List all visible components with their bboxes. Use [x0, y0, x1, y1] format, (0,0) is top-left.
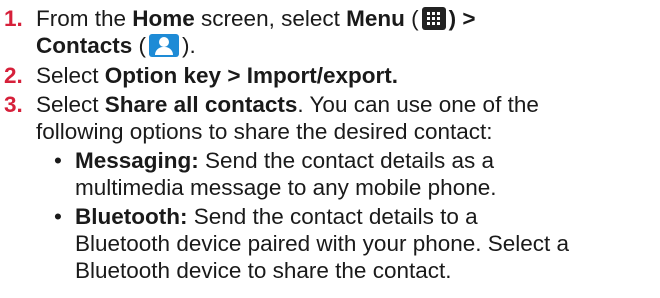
home-screen-label: Home: [132, 6, 195, 31]
step-2-number: 2.: [4, 63, 23, 88]
option-key-import-export-label: Option key > Import/export.: [104, 63, 398, 88]
bullet: •: [54, 148, 62, 173]
contacts-icon: [149, 34, 180, 57]
menu-label: Menu: [346, 6, 405, 31]
grid-menu-icon: [421, 7, 446, 30]
step-3-number: 3.: [4, 92, 23, 117]
messaging-label: Messaging:: [75, 148, 199, 173]
bullet: •: [54, 204, 62, 229]
instruction-document: 1. From the Home screen, select Menu () …: [4, 6, 570, 283]
share-all-contacts-label: Share all contacts: [104, 92, 298, 117]
bluetooth-label: Bluetooth:: [75, 204, 188, 229]
step-1-number: 1.: [4, 6, 23, 31]
contacts-label: Contacts: [36, 33, 133, 58]
